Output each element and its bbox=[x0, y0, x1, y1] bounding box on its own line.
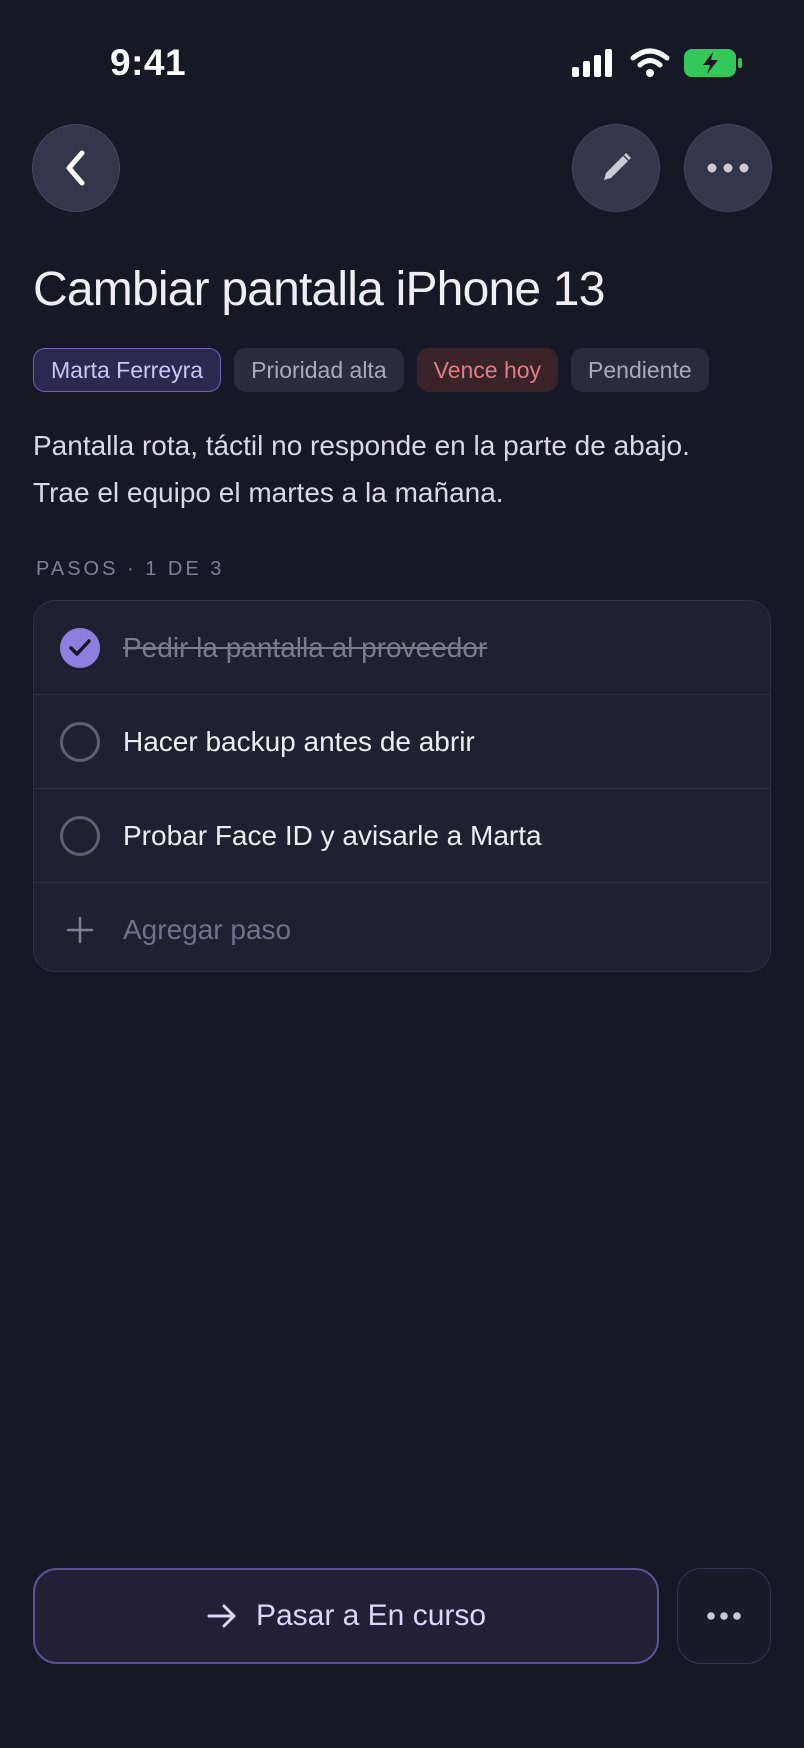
plus-icon bbox=[66, 916, 94, 944]
checkmark-icon bbox=[69, 638, 91, 656]
steps-list: Pedir la pantalla al proveedor Hacer bac… bbox=[33, 600, 771, 972]
task-chips: Marta Ferreyra Prioridad alta Vence hoy … bbox=[33, 348, 709, 392]
more-actions-button[interactable] bbox=[677, 1568, 771, 1664]
assignee-chip[interactable]: Marta Ferreyra bbox=[33, 348, 222, 392]
add-step-row[interactable]: Agregar paso bbox=[34, 883, 770, 971]
arrow-right-icon bbox=[207, 1604, 236, 1628]
status-time: 9:41 bbox=[110, 42, 187, 83]
wifi-icon bbox=[630, 48, 670, 77]
ellipsis-icon bbox=[707, 163, 749, 173]
step-label: Hacer backup antes de abrir bbox=[123, 725, 475, 757]
add-step-label: Agregar paso bbox=[123, 914, 292, 945]
step-checkbox[interactable] bbox=[60, 815, 100, 856]
description-line: Pantalla rota, táctil no responde en la … bbox=[33, 430, 690, 461]
priority-chip[interactable]: Prioridad alta bbox=[234, 348, 404, 392]
status-bar: 9:41 bbox=[0, 0, 804, 130]
move-to-in-progress-button[interactable]: Pasar a En curso bbox=[33, 1568, 659, 1664]
step-item[interactable]: Probar Face ID y avisarle a Marta bbox=[34, 789, 770, 883]
step-checkbox[interactable] bbox=[60, 721, 100, 762]
step-item[interactable]: Pedir la pantalla al proveedor bbox=[34, 601, 770, 695]
edit-button[interactable] bbox=[572, 124, 660, 212]
chevron-left-icon bbox=[66, 150, 85, 186]
step-checkbox-checked[interactable] bbox=[60, 627, 100, 668]
more-options-button[interactable] bbox=[684, 124, 772, 212]
status-icons bbox=[572, 48, 742, 78]
battery-charging-icon bbox=[684, 49, 742, 77]
primary-button-label: Pasar a En curso bbox=[255, 1599, 487, 1632]
task-title: Cambiar pantalla iPhone 13 bbox=[33, 263, 605, 316]
step-item[interactable]: Hacer backup antes de abrir bbox=[34, 695, 770, 789]
due-date-chip[interactable]: Vence hoy bbox=[416, 348, 559, 392]
status-chip[interactable]: Pendiente bbox=[571, 348, 709, 392]
step-label: Probar Face ID y avisarle a Marta bbox=[123, 819, 542, 851]
step-label: Pedir la pantalla al proveedor bbox=[123, 631, 488, 663]
pencil-icon bbox=[604, 153, 631, 180]
cellular-signal-icon bbox=[572, 49, 612, 77]
back-button[interactable] bbox=[32, 124, 120, 212]
task-description: Pantalla rota, táctil no responde en la … bbox=[33, 422, 773, 516]
description-line: Trae el equipo el martes a la mañana. bbox=[33, 477, 504, 508]
steps-section-label: PASOS · 1 DE 3 bbox=[36, 558, 225, 580]
ellipsis-icon bbox=[707, 1612, 741, 1620]
